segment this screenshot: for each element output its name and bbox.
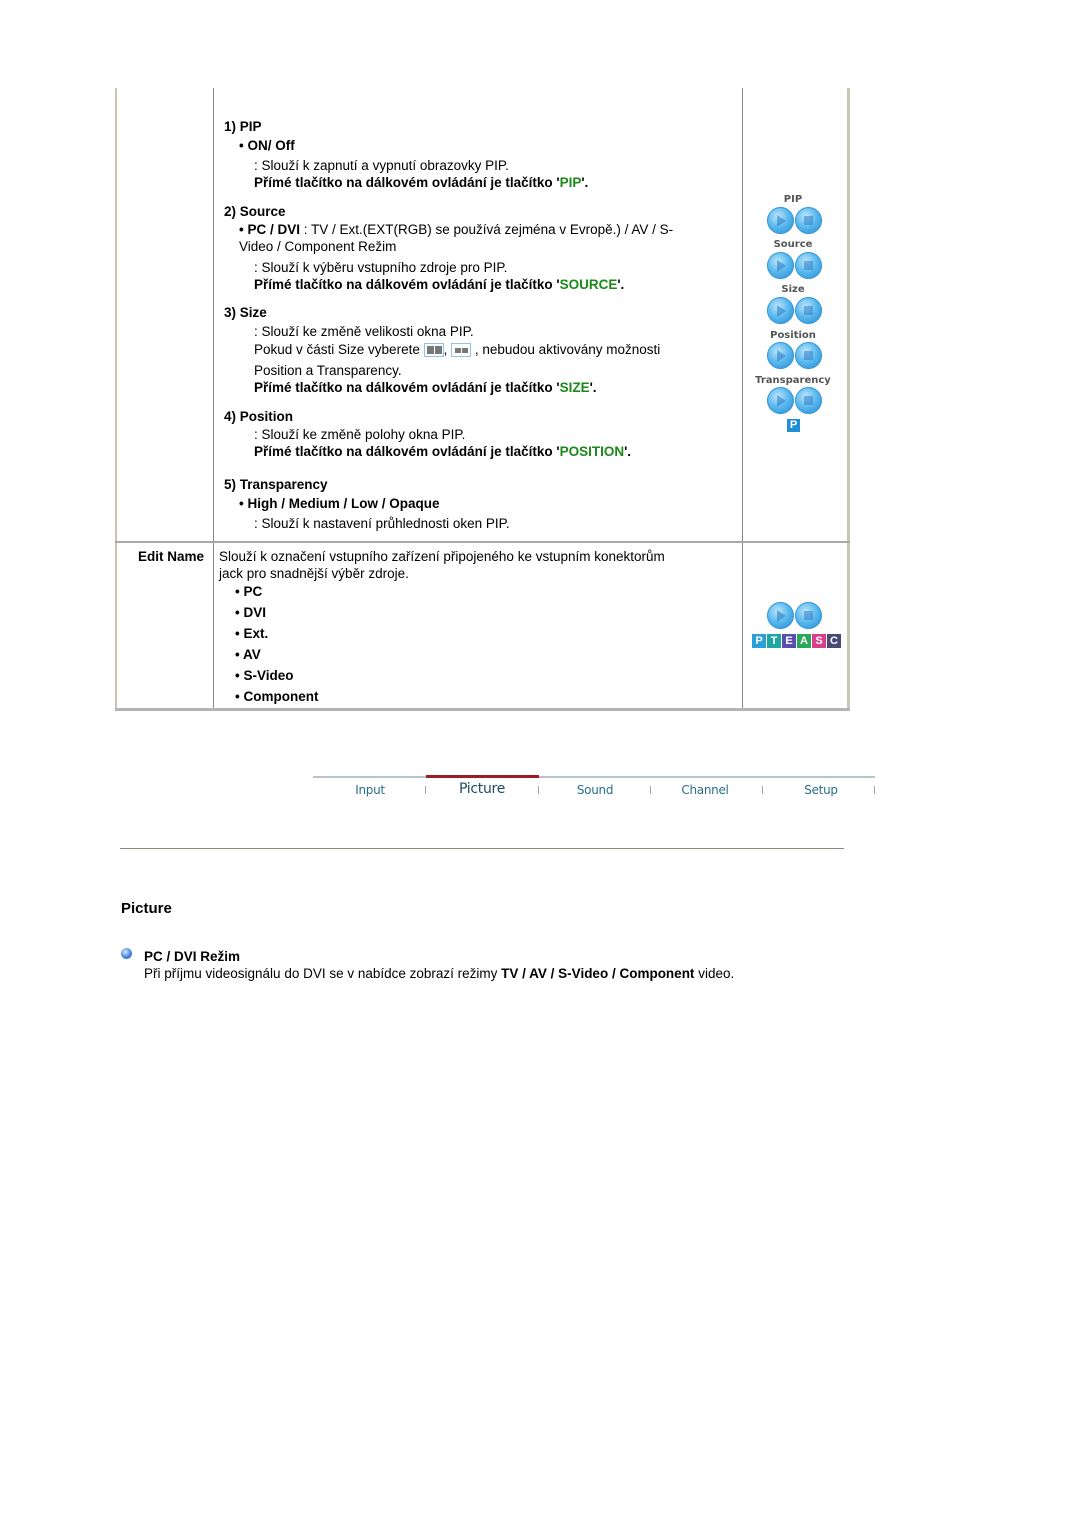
size-remote-buttons (767, 297, 823, 325)
position-heading: 4) Position (224, 409, 294, 424)
option-dvi: • DVI (235, 605, 266, 620)
pc-dvi-mode-desc: Při příjmu videosignálu do DVI se v nabí… (144, 966, 735, 981)
source-letter-p: P (752, 634, 766, 648)
option-ext: • Ext. (235, 626, 269, 641)
source-letter-a: A (797, 634, 811, 648)
stop-button-icon (795, 252, 822, 279)
stop-button-icon (795, 207, 822, 234)
table-bottom-border (115, 708, 850, 711)
size-note: Pokud v části Size vyberete , , nebudou … (254, 342, 661, 358)
bullet-orb-icon (121, 948, 132, 959)
nav-separator (874, 786, 875, 794)
pip-badge-icon: P (787, 419, 800, 432)
size-desc: : Slouží ke změně velikosti okna PIP. (254, 324, 474, 339)
nav-tab-input[interactable]: Input (314, 783, 426, 797)
nav-tab-picture[interactable]: Picture (426, 781, 538, 797)
play-button-icon (767, 602, 794, 629)
remote-key-position: POSITION (559, 444, 625, 459)
edit-name-label-cell: Edit Name (115, 543, 214, 708)
side-label-pip: PIP (783, 194, 803, 205)
edit-name-label: Edit Name (137, 549, 204, 564)
nav-tab-channel[interactable]: Channel (649, 783, 761, 797)
transparency-levels: • High / Medium / Low / Opaque (239, 496, 440, 511)
nav-tab-setup[interactable]: Setup (765, 783, 877, 797)
pip-content-cell: 1) PIP • ON/ Off : Slouží k zapnutí a vy… (214, 88, 743, 541)
play-button-icon (767, 342, 794, 369)
transparency-desc: : Slouží k nastavení průhlednosti oken P… (254, 516, 510, 531)
stop-button-icon (795, 602, 822, 629)
source-letter-c: C (827, 634, 841, 648)
remote-key-size: SIZE (559, 380, 590, 395)
edit-name-desc-cont: jack pro snadnější výběr zdroje. (219, 566, 409, 581)
option-svideo: • S-Video (235, 668, 294, 683)
option-av: • AV (235, 647, 261, 662)
option-component: • Component (235, 689, 319, 704)
side-label-transparency: Transparency (755, 375, 831, 386)
option-pc: • PC (235, 584, 263, 599)
side-label-size: Size (781, 284, 805, 295)
nav-tab-sound[interactable]: Sound (539, 783, 651, 797)
size-split-icon (423, 343, 444, 358)
remote-key-pip: PIP (559, 175, 582, 190)
edit-name-row: Edit Name Slouží k označení vstupního za… (115, 541, 850, 708)
stop-button-icon (795, 387, 822, 414)
pip-onoff: • ON/ Off (239, 138, 295, 153)
source-modes: • PC / DVI : TV / Ext.(EXT(RGB) se použí… (239, 222, 674, 237)
stop-button-icon (795, 297, 822, 324)
pip-remote-note: Přímé tlačítko na dálkovém ovládání je t… (254, 175, 589, 190)
size-heading: 3) Size (224, 305, 267, 320)
source-remote-buttons (767, 252, 823, 280)
nav-separator (762, 786, 763, 794)
pip-label-cell (115, 88, 214, 541)
stop-button-icon (795, 342, 822, 369)
position-desc: : Slouží ke změně polohy okna PIP. (254, 427, 466, 442)
source-desc: : Slouží k výběru vstupního zdroje pro P… (254, 260, 508, 275)
transparency-remote-buttons (767, 387, 823, 415)
section-divider (120, 848, 844, 849)
transparency-heading: 5) Transparency (224, 477, 328, 492)
play-button-icon (767, 387, 794, 414)
source-letter-s: S (812, 634, 826, 648)
pc-dvi-mode-title: PC / DVI Režim (144, 949, 241, 964)
remote-key-source: SOURCE (559, 277, 618, 292)
settings-table: 1) PIP • ON/ Off : Slouží k zapnutí a vy… (115, 88, 850, 711)
size-note-cont: Position a Transparency. (254, 363, 402, 378)
play-button-icon (767, 297, 794, 324)
nav-rule (313, 776, 875, 778)
source-heading: 2) Source (224, 204, 286, 219)
pip-desc: : Slouží k zapnutí a vypnutí obrazovky P… (254, 158, 509, 173)
position-remote-buttons (767, 342, 823, 370)
play-button-icon (767, 252, 794, 279)
nav-active-indicator (426, 775, 539, 778)
edit-name-desc: Slouží k označení vstupního zařízení při… (219, 549, 665, 564)
side-label-position: Position (770, 330, 816, 341)
edit-name-content-cell: Slouží k označení vstupního zařízení při… (214, 543, 743, 708)
edit-name-remote-cell: PTEASC (743, 543, 850, 708)
edit-name-remote-buttons (767, 602, 823, 630)
size-side-by-side-icon (451, 343, 472, 358)
pip-remote-cell: PIP Source Size Position Transparency P (743, 88, 850, 541)
menu-nav: Input Picture Sound Channel Setup (313, 775, 877, 806)
size-remote-note: Přímé tlačítko na dálkovém ovládání je t… (254, 380, 597, 395)
pip-row: 1) PIP • ON/ Off : Slouží k zapnutí a vy… (115, 88, 850, 541)
source-letter-e: E (782, 634, 796, 648)
pip-heading: 1) PIP (224, 119, 262, 134)
play-button-icon (767, 207, 794, 234)
pip-remote-buttons (767, 207, 823, 235)
source-letters-icon: PTEASC (752, 634, 842, 648)
section-title: Picture (121, 900, 172, 917)
position-remote-note: Přímé tlačítko na dálkovém ovládání je t… (254, 444, 632, 459)
source-letter-t: T (767, 634, 781, 648)
source-remote-note: Přímé tlačítko na dálkovém ovládání je t… (254, 277, 625, 292)
side-label-source: Source (773, 239, 813, 250)
source-modes-cont: Video / Component Režim (239, 239, 397, 254)
